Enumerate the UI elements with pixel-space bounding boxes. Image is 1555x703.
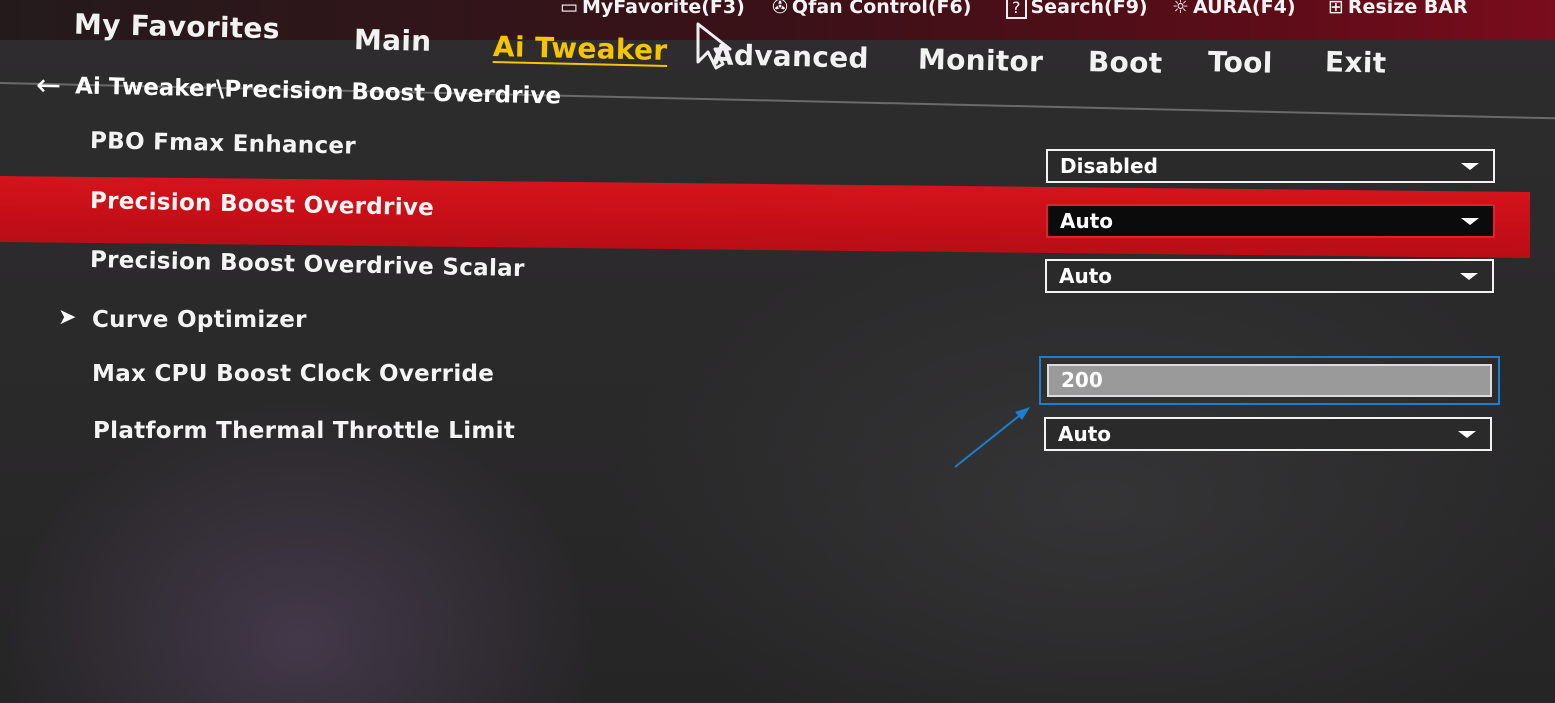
bios-screen: ▭ MyFavorite(F3) ✇ Qfan Control(F6) ? Searc…: [0, 0, 1555, 703]
annotation-arrow-icon: [954, 407, 1030, 468]
